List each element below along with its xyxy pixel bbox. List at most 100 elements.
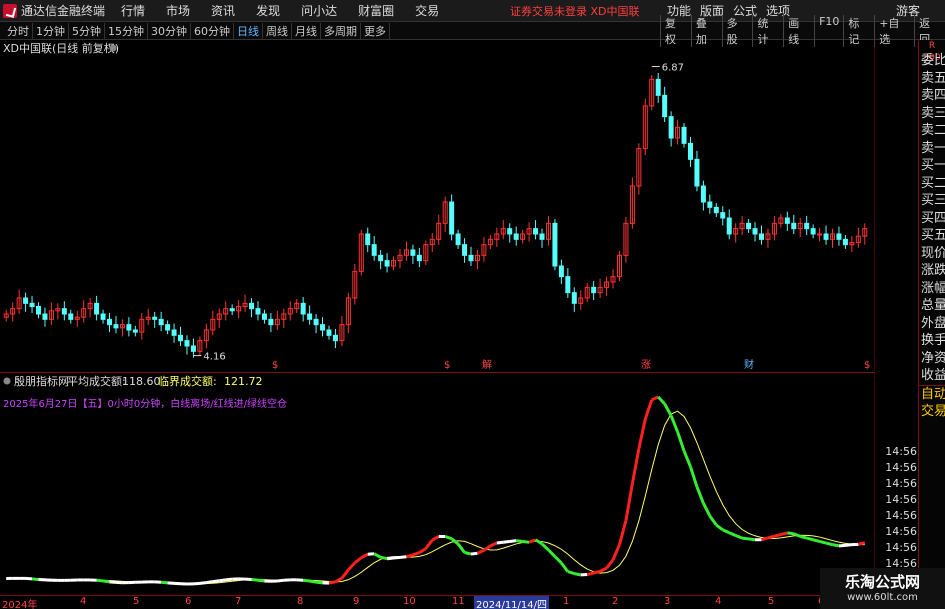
top-menu-item[interactable]: 行情 (121, 2, 145, 19)
event-marker[interactable]: 涨 (641, 359, 651, 370)
panel-item[interactable]: 卖五 (919, 70, 945, 88)
panel-item[interactable]: 总量 (919, 297, 945, 315)
panel-item[interactable]: 涨幅 (919, 280, 945, 298)
indicator-segment (515, 539, 523, 543)
panel-item[interactable]: 现价 (919, 245, 945, 263)
indicator-segment (540, 542, 550, 552)
panel-item[interactable]: 买三 (919, 192, 945, 210)
kline-chart[interactable]: XD中国联(日线 前复权)6.506.256.005.755.505.255.0… (0, 40, 875, 370)
indicator-segment (522, 539, 530, 544)
panel-item[interactable]: 买一 (919, 157, 945, 175)
indicator-segment (199, 581, 207, 585)
period-tab[interactable]: 周线 (263, 22, 292, 39)
panel-item[interactable]: 委比 (919, 52, 945, 70)
indicator-segment (819, 539, 827, 545)
candle-body (158, 318, 164, 326)
panel-item[interactable]: 交易 (919, 403, 945, 421)
event-marker[interactable]: $ (864, 360, 870, 370)
indicator-segment (593, 569, 601, 575)
indicator-segment (767, 534, 775, 540)
time-label: 14:56 (885, 509, 917, 522)
app-logo-icon (3, 3, 17, 18)
time-label: 14:56 (885, 477, 917, 490)
top-menu-item[interactable]: 问小达 (301, 2, 337, 19)
candle-body (332, 334, 338, 342)
panel-item[interactable]: 卖一 (919, 140, 945, 158)
period-tab[interactable]: 15分钟 (105, 22, 148, 39)
event-marker[interactable]: 财 (744, 358, 754, 370)
period-tab[interactable]: 月线 (292, 22, 321, 39)
indicator-segment (630, 448, 641, 484)
indicator-segment (328, 580, 336, 585)
candle-body (171, 329, 177, 336)
indicator-segment (605, 558, 615, 570)
time-label: 14:56 (885, 493, 917, 506)
indicator-segment (806, 536, 814, 542)
indicator-segment (102, 579, 110, 584)
indicator-segment (503, 539, 510, 544)
period-tab[interactable]: 更多 (361, 22, 390, 39)
indicator-segment (722, 528, 730, 535)
period-tab[interactable]: 日线 (234, 22, 263, 39)
indicator-segment (464, 551, 472, 556)
event-marker[interactable]: $ (444, 360, 450, 370)
panel-item[interactable]: 外盘 (919, 315, 945, 333)
indicator-segment (657, 395, 666, 405)
candle-body (726, 217, 732, 235)
dropdown-icon[interactable] (109, 44, 117, 52)
login-notice[interactable]: 证券交易未登录 XD中国联 (510, 3, 640, 19)
date-axis: 2024年45678910112024/11/14/四123456 (0, 595, 918, 609)
candle-body (655, 78, 661, 96)
candle-body (378, 254, 384, 262)
date-label: 4 (715, 596, 722, 607)
indicator-segment (225, 577, 233, 582)
top-menu-item[interactable]: 发现 (256, 2, 280, 19)
panel-item[interactable]: 卖三 (919, 105, 945, 123)
panel-item[interactable]: 卖二 (919, 122, 945, 140)
top-menu-item[interactable]: 交易 (415, 2, 439, 19)
date-label: 2 (612, 596, 619, 607)
candle-body (68, 313, 74, 320)
tool-button[interactable]: +自选 (874, 14, 914, 47)
indicator-segment (618, 520, 628, 546)
indicator-settings-icon[interactable] (3, 377, 11, 385)
period-tab[interactable]: 分时 (4, 22, 33, 39)
panel-item[interactable]: 买五 (919, 227, 945, 245)
top-menu-item[interactable]: 资讯 (211, 2, 235, 19)
event-marker[interactable]: 解 (482, 358, 492, 370)
indicator-segment (309, 579, 317, 584)
event-marker[interactable]: $ (272, 360, 278, 370)
panel-item[interactable]: 卖四 (919, 87, 945, 105)
indicator-segment (476, 548, 485, 555)
panel-item[interactable]: 自动 (919, 386, 945, 404)
period-tab[interactable]: 30分钟 (148, 22, 191, 39)
panel-item[interactable]: 买二 (919, 175, 945, 193)
panel-item[interactable]: 涨跌 (919, 262, 945, 280)
indicator-segment (702, 502, 712, 517)
period-tab[interactable]: 多周期 (321, 22, 361, 39)
indicator-chart[interactable]: 殷朋指标网平均成交额:118.60临界成交额: 121.72 2025年6月27日【… (0, 372, 875, 594)
candle-body (249, 302, 255, 310)
watermark: 乐淘公式网 www.60lt.com (820, 568, 945, 609)
candle-body (817, 233, 823, 236)
indicator-segment (167, 581, 175, 585)
candle-body (746, 222, 752, 230)
indicator-segment (212, 579, 220, 584)
panel-item[interactable]: 换手 (919, 332, 945, 350)
indicator-segment (161, 580, 168, 585)
candle-body (261, 313, 267, 320)
indicator-segment (761, 536, 769, 542)
panel-item[interactable]: 收益 (919, 367, 945, 385)
top-menu-item[interactable]: 市场 (166, 2, 190, 19)
candle-body (804, 222, 810, 230)
top-menu-item[interactable]: 财富圈 (358, 2, 394, 19)
period-tab[interactable]: 60分钟 (191, 22, 234, 39)
period-tab[interactable]: 1分钟 (33, 22, 69, 39)
date-label: 7 (235, 596, 242, 607)
indicator-segment (624, 483, 634, 521)
candle-body (462, 244, 468, 256)
period-tab[interactable]: 5分钟 (69, 22, 105, 39)
candle-body (720, 212, 726, 219)
panel-item[interactable]: 净资 (919, 350, 945, 368)
panel-item[interactable]: 买四 (919, 210, 945, 228)
